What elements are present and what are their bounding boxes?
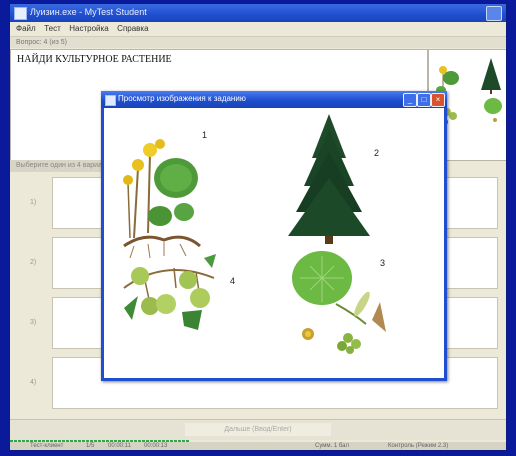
- dialog-icon: [105, 95, 116, 106]
- next-bar: Дальше (Ввод/Enter): [10, 419, 506, 440]
- next-button[interactable]: Дальше (Ввод/Enter): [185, 423, 331, 436]
- maximize-icon[interactable]: □: [417, 93, 431, 107]
- menu-file[interactable]: Файл: [16, 22, 36, 36]
- status-score: Сумм. 1 бал: [315, 443, 349, 449]
- close-icon[interactable]: ×: [431, 93, 445, 107]
- dialog-title-bar[interactable]: Просмотр изображения к заданию _ □ ×: [101, 91, 447, 108]
- linden-plant: [292, 251, 386, 354]
- dialog-title: Просмотр изображения к заданию: [118, 94, 246, 103]
- label-2: 2: [374, 148, 379, 158]
- status-time-elapsed: 00:00:11: [108, 443, 131, 449]
- menu-bar: Файл Тест Настройка Справка: [10, 22, 506, 37]
- title-bar: Луизин.exe - MyTest Student: [10, 4, 506, 22]
- status-mode: Контроль (Режим 2.3): [388, 443, 449, 449]
- answer-number: 1): [30, 199, 37, 206]
- window-title: Луизин.exe - MyTest Student: [30, 7, 147, 17]
- status-user: Тест-клиент: [30, 443, 64, 449]
- answer-number: 4): [30, 379, 37, 386]
- status-bar: Тест-клиент 1/5 00:00:11 00:00:13 Сумм. …: [10, 442, 506, 450]
- app-icon: [14, 7, 27, 20]
- status-time-total: 00:00:13: [144, 443, 168, 449]
- label-4: 4: [230, 276, 235, 286]
- menu-help[interactable]: Справка: [117, 22, 148, 36]
- label-3: 3: [380, 258, 385, 268]
- spruce-tree: [288, 114, 370, 244]
- task-text: НАЙДИ КУЛЬТУРНОЕ РАСТЕНИЕ: [17, 54, 172, 65]
- answer-number: 2): [30, 259, 37, 266]
- label-1: 1: [202, 130, 207, 140]
- image-preview-dialog: Просмотр изображения к заданию _ □ × 1 2…: [101, 91, 447, 381]
- minimize-icon[interactable]: _: [403, 93, 417, 107]
- status-count: 1/5: [86, 443, 95, 449]
- answer-number: 3): [30, 319, 37, 326]
- menu-settings[interactable]: Настройка: [69, 22, 108, 36]
- coltsfoot-plant: [123, 139, 201, 259]
- gooseberry-plant: [123, 254, 216, 330]
- menu-test[interactable]: Тест: [44, 22, 61, 36]
- plants-image: 1 2 3 4: [123, 114, 386, 354]
- maximize-icon[interactable]: [486, 6, 502, 21]
- question-counter: Вопрос: 4 (из 5): [10, 37, 506, 48]
